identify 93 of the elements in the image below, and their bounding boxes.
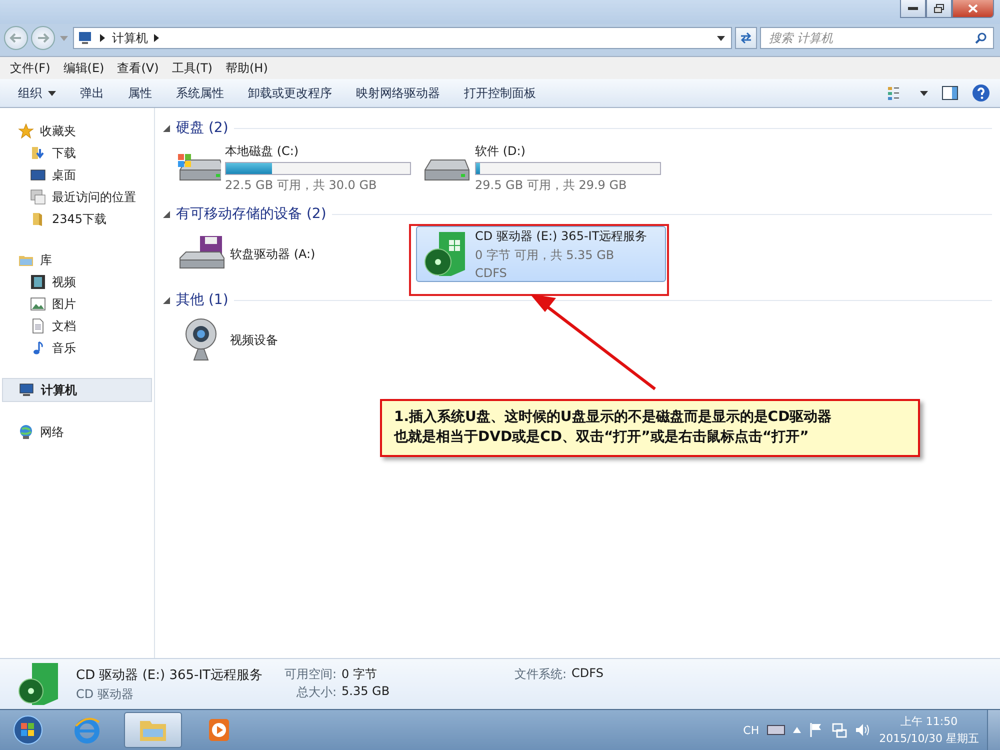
property-value: 0 字节 xyxy=(342,666,377,683)
collapse-arrow-icon[interactable] xyxy=(163,124,170,132)
desktop-icon xyxy=(30,167,46,183)
drive-item[interactable]: 视频设备 xyxy=(171,312,416,368)
sidebar-item[interactable]: 视频 xyxy=(0,271,154,293)
drive-name: 视频设备 xyxy=(230,332,278,348)
drive-name: 软件 (D:) xyxy=(475,142,526,160)
download-folder-icon xyxy=(30,145,46,161)
menu-item[interactable]: 帮助(H) xyxy=(220,60,271,76)
refresh-button[interactable] xyxy=(735,27,757,49)
capacity-text: 29.5 GB 可用，共 29.9 GB xyxy=(475,176,628,194)
drive-name: 本地磁盘 (C:) xyxy=(225,142,300,160)
dropdown-caret-icon[interactable] xyxy=(920,90,928,96)
property-label: 总大小: xyxy=(295,684,337,701)
minimize-button[interactable] xyxy=(900,0,926,18)
flag-icon[interactable] xyxy=(809,722,824,738)
address-bar[interactable]: 计算机 xyxy=(73,27,732,49)
capacity-text: 22.5 GB 可用，共 30.0 GB xyxy=(225,176,378,194)
refresh-icon xyxy=(739,32,753,44)
close-icon xyxy=(968,4,978,13)
computer-icon xyxy=(78,31,94,45)
property-value: 5.35 GB xyxy=(342,684,390,700)
menu-item[interactable]: 工具(T) xyxy=(166,60,216,76)
drive-item[interactable]: 本地磁盘 (C:) 22.5 GB 可用，共 30.0 GB xyxy=(171,140,416,196)
group-heading[interactable]: 硬盘 (2) xyxy=(176,119,228,137)
chevron-icon[interactable] xyxy=(100,34,106,42)
menu-item[interactable]: 编辑(E) xyxy=(57,60,108,76)
forward-arrow-icon xyxy=(36,32,50,44)
item-type: CD 驱动器 xyxy=(76,686,134,702)
sidebar-item[interactable]: 网络 xyxy=(0,421,154,443)
collapse-arrow-icon[interactable] xyxy=(163,210,170,218)
toolbar-button[interactable]: 映射网络驱动器 xyxy=(346,82,450,104)
media-player-icon xyxy=(206,717,232,743)
help-icon[interactable] xyxy=(972,84,990,102)
toolbar-button[interactable]: 打开控制面板 xyxy=(454,82,546,104)
sidebar-item[interactable]: 库 xyxy=(0,249,154,271)
search-field[interactable]: 搜索 计算机 xyxy=(760,27,994,49)
dropdown-caret-icon[interactable] xyxy=(717,36,725,40)
toolbar-button[interactable]: 组织 xyxy=(8,82,66,104)
group-heading[interactable]: 其他 (1) xyxy=(176,291,228,309)
keyboard-icon[interactable] xyxy=(767,724,786,736)
menu-item[interactable]: 文件(F) xyxy=(4,60,54,76)
volume-icon[interactable] xyxy=(855,723,872,737)
picture-icon xyxy=(30,296,46,312)
collapse-arrow-icon[interactable] xyxy=(163,296,170,304)
sidebar-item[interactable]: 2345下载 xyxy=(0,208,154,230)
drive-item[interactable]: 软件 (D:) 29.5 GB 可用，共 29.9 GB xyxy=(416,140,666,196)
sidebar-item[interactable]: 音乐 xyxy=(0,337,154,359)
drive-item[interactable]: 软盘驱动器 (A:) xyxy=(171,226,416,282)
restore-button[interactable] xyxy=(926,0,952,18)
film-icon xyxy=(30,274,46,290)
annotation-note: 1.插入系统U盘、这时候的U盘显示的不是磁盘而是显示的是CD驱动器 也就是相当于DVD或是CD、双击“打开”或是右击鼠标点击“打开” xyxy=(380,399,920,457)
file-system-text: CDFS xyxy=(475,266,508,280)
toolbar-button[interactable]: 系统属性 xyxy=(166,82,234,104)
back-arrow-icon xyxy=(9,32,23,44)
drive-name: 软盘驱动器 (A:) xyxy=(230,246,316,262)
computer-icon xyxy=(19,382,35,398)
toolbar-button[interactable]: 卸载或更改程序 xyxy=(238,82,342,104)
capacity-text: 0 字节 可用，共 5.35 GB xyxy=(475,247,616,264)
restore-icon xyxy=(934,4,944,13)
dropdown-caret-icon xyxy=(48,90,56,96)
windows-logo-icon xyxy=(13,715,43,745)
property-label: 文件系统: xyxy=(513,666,567,683)
sidebar-item[interactable]: 图片 xyxy=(0,293,154,315)
recent-places-icon xyxy=(30,189,46,205)
close-button[interactable] xyxy=(952,0,994,18)
toolbar-button[interactable]: 属性 xyxy=(118,82,162,104)
browser-icon xyxy=(73,716,101,744)
chevron-icon[interactable] xyxy=(154,34,160,42)
toolbar-button[interactable]: 弹出 xyxy=(70,82,114,104)
breadcrumb[interactable]: 计算机 xyxy=(112,30,148,46)
property-value: CDFS xyxy=(572,666,604,682)
drive-item[interactable]: CD 驱动器 (E:) 365-IT远程服务 0 字节 可用，共 5.35 GB CDFS xyxy=(416,226,666,282)
network-icon xyxy=(18,424,34,440)
group-heading[interactable]: 有可移动存储的设备 (2) xyxy=(176,205,326,223)
taskbar-app[interactable] xyxy=(124,712,182,748)
drive-name: CD 驱动器 (E:) 365-IT远程服务 xyxy=(475,228,648,245)
sidebar-item[interactable]: 收藏夹 xyxy=(0,120,154,142)
sidebar-item[interactable]: 下载 xyxy=(0,142,154,164)
show-hidden-icons-icon[interactable] xyxy=(793,727,802,733)
sidebar-item[interactable]: 最近访问的位置 xyxy=(0,186,154,208)
item-name: CD 驱动器 (E:) 365-IT远程服务 xyxy=(76,666,263,684)
document-icon xyxy=(30,318,46,334)
sidebar-item[interactable]: 计算机 xyxy=(2,378,152,402)
property-label: 可用空间: xyxy=(283,666,337,683)
star-icon xyxy=(18,123,34,139)
sidebar-item[interactable]: 桌面 xyxy=(0,164,154,186)
network-status-icon[interactable] xyxy=(831,722,848,738)
search-icon xyxy=(975,32,987,44)
preview-pane-icon[interactable] xyxy=(942,86,958,100)
minimize-icon xyxy=(908,6,918,10)
menu-item[interactable]: 查看(V) xyxy=(111,60,162,76)
sidebar-item[interactable]: 文档 xyxy=(0,315,154,337)
